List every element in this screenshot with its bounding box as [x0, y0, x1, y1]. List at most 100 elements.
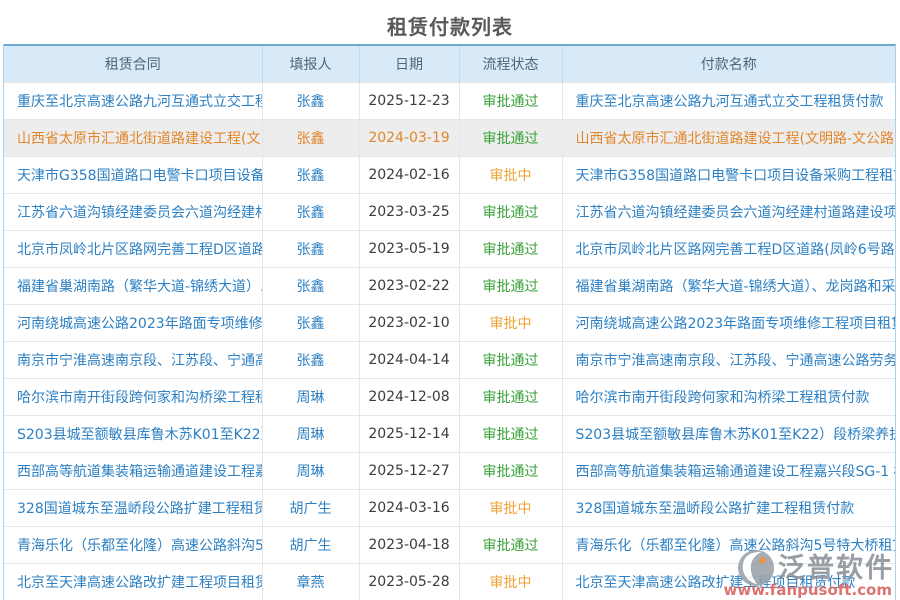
table-row[interactable]: 南京市宁淮高速南京段、江苏段、宁通高... 张鑫 2024-04-14 审批通过… — [4, 341, 895, 378]
status-text: 审批通过 — [483, 538, 539, 554]
table-row[interactable]: S203县城至额敏县库鲁木苏K01至K22）... 周琳 2025-12-14 … — [4, 415, 895, 452]
date-text: 2025-12-27 — [368, 463, 449, 479]
date-text: 2024-03-16 — [368, 500, 449, 516]
table-row[interactable]: 天津市G358国道路口电警卡口项目设备... 张鑫 2024-02-16 审批中… — [4, 156, 895, 193]
reporter-text: 张鑫 — [297, 316, 325, 332]
cell-payment: 328国道城东至温峤段公路扩建工程租赁付款 — [562, 489, 895, 526]
date-text: 2024-03-19 — [368, 130, 449, 146]
table-header-row: 租赁合同 填报人 日期 流程状态 付款名称 — [4, 46, 895, 82]
cell-contract: 哈尔滨市南开街段跨何家和沟桥梁工程租... — [4, 378, 262, 415]
reporter-text: 周琳 — [297, 427, 325, 443]
reporter-text: 胡广生 — [290, 501, 332, 517]
contract-link[interactable]: 北京至天津高速公路改扩建工程项目租赁... — [17, 575, 262, 591]
status-text: 审批通过 — [483, 94, 539, 110]
table-row[interactable]: 福建省巢湖南路（繁华大道-锦绣大道）... 张鑫 2023-02-22 审批通过… — [4, 267, 895, 304]
cell-date: 2024-02-16 — [359, 156, 459, 193]
table-row[interactable]: 重庆至北京高速公路九河互通式立交工程... 张鑫 2025-12-23 审批通过… — [4, 82, 895, 119]
status-text: 审批通过 — [483, 427, 539, 443]
cell-payment: 北京市凤岭北片区路网完善工程D区道路(凤岭6号路、... — [562, 230, 895, 267]
cell-contract: 328国道城东至温峤段公路扩建工程租赁... — [4, 489, 262, 526]
contract-link[interactable]: 福建省巢湖南路（繁华大道-锦绣大道）... — [17, 279, 262, 295]
cell-date: 2023-05-19 — [359, 230, 459, 267]
payment-link[interactable]: 北京市凤岭北片区路网完善工程D区道路(凤岭6号路、... — [576, 242, 896, 258]
cell-contract: S203县城至额敏县库鲁木苏K01至K22）... — [4, 415, 262, 452]
cell-contract: 北京至天津高速公路改扩建工程项目租赁... — [4, 563, 262, 600]
table-row[interactable]: 河南绕城高速公路2023年路面专项维修... 张鑫 2023-02-10 审批中… — [4, 304, 895, 341]
cell-reporter: 胡广生 — [262, 526, 359, 563]
cell-date: 2024-04-14 — [359, 341, 459, 378]
payment-link[interactable]: S203县城至额敏县库鲁木苏K01至K22）段桥梁养护... — [576, 427, 896, 443]
cell-contract: 江苏省六道沟镇经建委员会六道沟经建村... — [4, 193, 262, 230]
contract-link[interactable]: 天津市G358国道路口电警卡口项目设备... — [17, 168, 262, 184]
contract-link[interactable]: 河南绕城高速公路2023年路面专项维修... — [17, 316, 262, 332]
status-text: 审批中 — [490, 316, 532, 332]
table-row[interactable]: 哈尔滨市南开街段跨何家和沟桥梁工程租... 周琳 2024-12-08 审批通过… — [4, 378, 895, 415]
cell-contract: 重庆至北京高速公路九河互通式立交工程... — [4, 82, 262, 119]
cell-date: 2023-04-18 — [359, 526, 459, 563]
cell-contract: 西部高等航道集装箱运输通道建设工程嘉... — [4, 452, 262, 489]
payment-link[interactable]: 青海乐化（乐都至化隆）高速公路斜沟5号特大桥租赁... — [576, 538, 896, 554]
payment-link[interactable]: 北京至天津高速公路改扩建工程项目租赁付款 — [576, 575, 856, 591]
contract-link[interactable]: 山西省太原市汇通北街道路建设工程(文... — [17, 131, 262, 147]
reporter-text: 周琳 — [297, 464, 325, 480]
payment-link[interactable]: 328国道城东至温峤段公路扩建工程租赁付款 — [576, 501, 855, 517]
column-header-payment: 付款名称 — [562, 46, 895, 82]
page-title: 租赁付款列表 — [0, 0, 900, 44]
contract-link[interactable]: 328国道城东至温峤段公路扩建工程租赁... — [17, 501, 262, 517]
cell-status: 审批通过 — [459, 230, 562, 267]
cell-payment: 天津市G358国道路口电警卡口项目设备采购工程租赁... — [562, 156, 895, 193]
payment-link[interactable]: 哈尔滨市南开街段跨何家和沟桥梁工程租赁付款 — [576, 390, 870, 406]
reporter-text: 胡广生 — [290, 538, 332, 554]
contract-link[interactable]: 西部高等航道集装箱运输通道建设工程嘉... — [17, 464, 262, 480]
status-text: 审批中 — [490, 168, 532, 184]
contract-link[interactable]: 南京市宁淮高速南京段、江苏段、宁通高... — [17, 353, 262, 369]
cell-reporter: 张鑫 — [262, 119, 359, 156]
status-text: 审批通过 — [483, 242, 539, 258]
cell-reporter: 张鑫 — [262, 82, 359, 119]
cell-reporter: 周琳 — [262, 415, 359, 452]
table-row[interactable]: 江苏省六道沟镇经建委员会六道沟经建村... 张鑫 2023-03-25 审批通过… — [4, 193, 895, 230]
cell-payment: 福建省巢湖南路（繁华大道-锦绣大道）、龙岗路和采... — [562, 267, 895, 304]
contract-link[interactable]: 哈尔滨市南开街段跨何家和沟桥梁工程租... — [17, 390, 262, 406]
cell-status: 审批通过 — [459, 193, 562, 230]
table-row[interactable]: 山西省太原市汇通北街道路建设工程(文... 张鑫 2024-03-19 审批通过… — [4, 119, 895, 156]
cell-date: 2023-05-28 — [359, 563, 459, 600]
table-row[interactable]: 北京市凤岭北片区路网完善工程D区道路... 张鑫 2023-05-19 审批通过… — [4, 230, 895, 267]
cell-reporter: 胡广生 — [262, 489, 359, 526]
contract-link[interactable]: 北京市凤岭北片区路网完善工程D区道路... — [17, 242, 262, 258]
payment-link[interactable]: 江苏省六道沟镇经建委员会六道沟经建村道路建设项... — [576, 205, 896, 221]
status-text: 审批通过 — [483, 205, 539, 221]
cell-status: 审批通过 — [459, 119, 562, 156]
payment-link[interactable]: 天津市G358国道路口电警卡口项目设备采购工程租赁... — [576, 168, 896, 184]
table-row[interactable]: 328国道城东至温峤段公路扩建工程租赁... 胡广生 2024-03-16 审批… — [4, 489, 895, 526]
payment-link[interactable]: 福建省巢湖南路（繁华大道-锦绣大道）、龙岗路和采... — [576, 279, 896, 295]
cell-payment: 青海乐化（乐都至化隆）高速公路斜沟5号特大桥租赁... — [562, 526, 895, 563]
contract-link[interactable]: 江苏省六道沟镇经建委员会六道沟经建村... — [17, 205, 262, 221]
cell-reporter: 张鑫 — [262, 156, 359, 193]
column-header-date: 日期 — [359, 46, 459, 82]
date-text: 2023-05-28 — [368, 574, 449, 590]
cell-reporter: 张鑫 — [262, 193, 359, 230]
cell-status: 审批通过 — [459, 415, 562, 452]
table-row[interactable]: 青海乐化（乐都至化隆）高速公路斜沟5... 胡广生 2023-04-18 审批通… — [4, 526, 895, 563]
table-row[interactable]: 北京至天津高速公路改扩建工程项目租赁... 章燕 2023-05-28 审批中 … — [4, 563, 895, 600]
reporter-text: 张鑫 — [297, 131, 325, 147]
contract-link[interactable]: 重庆至北京高速公路九河互通式立交工程... — [17, 94, 262, 110]
payment-link[interactable]: 重庆至北京高速公路九河互通式立交工程租赁付款 — [576, 94, 884, 110]
reporter-text: 周琳 — [297, 390, 325, 406]
payment-link[interactable]: 西部高等航道集装箱运输通道建设工程嘉兴段SG-1 标... — [576, 464, 896, 480]
column-header-contract: 租赁合同 — [4, 46, 262, 82]
payment-link[interactable]: 南京市宁淮高速南京段、江苏段、宁通高速公路劳务... — [576, 353, 896, 369]
payment-link[interactable]: 河南绕城高速公路2023年路面专项维修工程项目租赁... — [576, 316, 896, 332]
cell-payment: 江苏省六道沟镇经建委员会六道沟经建村道路建设项... — [562, 193, 895, 230]
cell-contract: 福建省巢湖南路（繁华大道-锦绣大道）... — [4, 267, 262, 304]
contract-link[interactable]: 青海乐化（乐都至化隆）高速公路斜沟5... — [17, 538, 262, 554]
payment-link[interactable]: 山西省太原市汇通北街道路建设工程(文明路-文公路)... — [576, 131, 896, 147]
cell-date: 2025-12-27 — [359, 452, 459, 489]
reporter-text: 章燕 — [297, 575, 325, 591]
table-row[interactable]: 西部高等航道集装箱运输通道建设工程嘉... 周琳 2025-12-27 审批通过… — [4, 452, 895, 489]
date-text: 2023-05-19 — [368, 241, 449, 257]
contract-link[interactable]: S203县城至额敏县库鲁木苏K01至K22）... — [17, 427, 262, 443]
cell-contract: 青海乐化（乐都至化隆）高速公路斜沟5... — [4, 526, 262, 563]
cell-date: 2024-03-16 — [359, 489, 459, 526]
